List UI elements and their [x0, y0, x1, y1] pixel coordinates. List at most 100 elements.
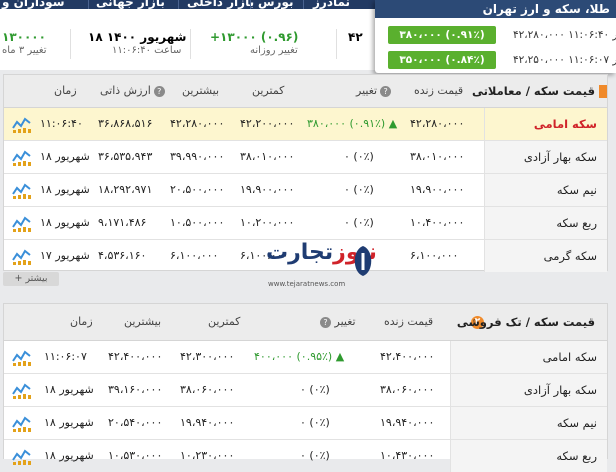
cell-intrinsic: ۴،۵۳۶،۱۶۰: [98, 249, 147, 262]
help-icon[interactable]: ?: [153, 85, 165, 97]
popup-change-badge: ۳۸۰،۰۰۰ (۰.۹۱٪): [388, 26, 496, 44]
popup-row[interactable]: ۴۲،۲۵۰،۰۰۰ در ۱۱:۰۶:۰۷ ۳۵۰،۰۰۰ (۰.۸۴٪): [375, 50, 616, 72]
header-label: زمان: [70, 315, 93, 328]
cell-max: ۴۲،۲۸۰،۰۰۰: [170, 117, 225, 130]
cell-min: ۳۸،۰۱۰،۰۰۰: [240, 150, 295, 163]
cell-change: ۳۸۰،۰۰۰ (۰.۹۱٪) ▲: [307, 117, 397, 130]
header-min: کمترین: [252, 84, 284, 97]
header-label: بیشترین: [124, 315, 162, 328]
chart-icon[interactable]: [11, 446, 33, 466]
cell-min: ۴۲،۲۰۰،۰۰۰: [240, 117, 295, 130]
cell-max: ۱۰،۵۳۰،۰۰۰: [108, 449, 163, 462]
cell-time: ۱۸ شهریور: [44, 416, 94, 429]
row-name[interactable]: ربع سکه: [556, 216, 597, 230]
nav-item-3[interactable]: بورس: [258, 0, 294, 8]
chart-icon[interactable]: [11, 114, 33, 134]
divider: [190, 29, 191, 59]
table-row[interactable]: ۱۱:۰۶:۴۰ ۳۶،۸۶۸،۵۱۶ ۴۲،۲۸۰،۰۰۰ ۴۲،۲۰۰،۰۰…: [4, 108, 607, 141]
chart-icon[interactable]: [11, 347, 33, 367]
logo-main: تجارت: [266, 240, 334, 265]
logo-mark-icon: [354, 246, 372, 276]
popup-time: در ۱۱:۰۶:۴۰: [568, 29, 616, 41]
header-label: قیمت زنده: [414, 84, 464, 97]
header-live-price: قیمت زنده: [414, 84, 463, 97]
nav-item-4[interactable]: نمادرز: [313, 0, 350, 8]
up-arrow-icon: ▲: [335, 350, 345, 363]
chart-icon[interactable]: [11, 213, 33, 233]
row-name[interactable]: سکه امامی: [534, 117, 597, 131]
popup-title: طلا، سکه و ارز تهران: [482, 2, 610, 16]
row-name[interactable]: سکه گرمی: [544, 249, 597, 263]
header-live-price: قیمت زنده: [384, 315, 433, 328]
coin-retail-panel: ۲ قیمت سکه / تک فروشی قیمت زنده ? تغییر …: [3, 303, 608, 472]
row-name[interactable]: نیم سکه: [557, 183, 597, 197]
cell-change: ۰ (۰٪): [300, 416, 330, 429]
popup-row[interactable]: ۴۲،۲۸۰،۰۰۰ در ۱۱:۰۶:۴۰ ۳۸۰،۰۰۰ (۰.۹۱٪): [375, 25, 616, 47]
cell-change: ۰ (۰٪): [344, 183, 374, 196]
popup-time: در ۱۱:۰۶:۰۷: [568, 54, 616, 66]
cell-time: ۱۸ شهریور: [44, 449, 94, 462]
cell-time: ۱۱:۰۶:۰۷: [44, 350, 87, 363]
strip-value-1: ۱۳۰۰۰۰: [2, 30, 46, 44]
divider: [336, 29, 337, 59]
table-row[interactable]: ۱۸ شهریور ۳۶،۵۳۵،۹۴۳ ۳۹،۹۹۰،۰۰۰ ۳۸،۰۱۰،۰…: [4, 141, 607, 174]
nav-item-0[interactable]: سوداران و: [2, 0, 65, 8]
cell-change: ۰ (۰٪): [300, 383, 330, 396]
row-name[interactable]: سکه بهار آزادی: [524, 150, 597, 164]
header-label: ارزش ذاتی: [100, 84, 151, 97]
nav-item-2[interactable]: بازار داخلی: [187, 0, 254, 8]
table-row[interactable]: ۱۱:۰۶:۰۷ ۴۲،۴۰۰،۰۰۰ ۴۲،۳۰۰،۰۰۰ ۴۰۰،۰۰۰ (…: [4, 341, 607, 374]
chart-icon[interactable]: [11, 413, 33, 433]
popup-header: طلا، سکه و ارز تهران: [375, 0, 616, 18]
row-name-cell: سکه امامی: [484, 108, 607, 140]
strip-value-3: +۱۳۰۰۰ (۰.۹۶): [210, 30, 299, 44]
cell-max: ۲۰،۵۴۰،۰۰۰: [108, 416, 163, 429]
header-label: زمان: [54, 84, 77, 97]
cell-min: ۳۸،۰۶۰،۰۰۰: [180, 383, 235, 396]
help-icon[interactable]: ?: [380, 85, 392, 97]
cell-time: ۱۸ شهریور: [44, 383, 94, 396]
cell-time: ۱۸ شهریور: [40, 216, 90, 229]
table-row[interactable]: ۱۸ شهریور ۱۸،۲۹۲،۹۷۱ ۲۰،۵۰۰،۰۰۰ ۱۹،۹۰۰،۰…: [4, 174, 607, 207]
cell-intrinsic: ۹،۱۷۱،۴۸۶: [98, 216, 147, 229]
row-name[interactable]: سکه امامی: [543, 350, 597, 364]
cell-live-price: ۳۸،۰۱۰،۰۰۰: [410, 150, 465, 163]
cell-max: ۱۰،۵۰۰،۰۰۰: [170, 216, 225, 229]
more-button[interactable]: + بیشتر: [3, 272, 59, 286]
strip-label-1: تغییر ۳ ماه: [2, 45, 47, 56]
cell-min: ۴۲،۳۰۰،۰۰۰: [180, 350, 235, 363]
cell-time: ۱۱:۰۶:۴۰: [40, 117, 83, 130]
row-name-cell: سکه بهار آزادی: [450, 374, 607, 406]
row-name-cell: سکه گرمی: [484, 240, 607, 272]
cell-live-price: ۴۲،۲۸۰،۰۰۰: [410, 117, 465, 130]
row-name[interactable]: نیم سکه: [557, 416, 597, 430]
nav-item-1[interactable]: بازار جهانی: [96, 0, 165, 8]
chart-icon[interactable]: [11, 246, 33, 266]
cell-change: ۰ (۰٪): [344, 150, 374, 163]
row-name-cell: ربع سکه: [484, 207, 607, 239]
cell-intrinsic: ۳۶،۵۳۵،۹۴۳: [98, 150, 153, 163]
popup-change-badge: ۳۵۰،۰۰۰ (۰.۸۴٪): [388, 51, 496, 69]
chart-icon[interactable]: [11, 380, 33, 400]
table-row[interactable]: ۱۸ شهریور ۲۰،۵۴۰،۰۰۰ ۱۹،۹۴۰،۰۰۰ ۰ (۰٪) ۱…: [4, 407, 607, 440]
gold-currency-popup: طلا، سکه و ارز تهران ۴۲،۲۸۰،۰۰۰ در ۱۱:۰۶…: [375, 0, 616, 73]
table-row[interactable]: ۱۸ شهریور ۳۹،۱۶۰،۰۰۰ ۳۸،۰۶۰،۰۰۰ ۰ (۰٪) ۳…: [4, 374, 607, 407]
header-label: بیشترین: [182, 84, 220, 97]
row-name-cell: نیم سکه: [450, 407, 607, 439]
chart-icon[interactable]: [11, 180, 33, 200]
help-icon[interactable]: ?: [320, 316, 331, 328]
cell-time: ۱۸ شهریور: [40, 183, 90, 196]
header-max: بیشترین: [182, 84, 219, 97]
row-name-cell: ربع سکه: [450, 440, 607, 472]
cell-live-price: ۱۹،۹۰۰،۰۰۰: [410, 183, 465, 196]
chart-icon[interactable]: [11, 147, 33, 167]
header-min: کمترین: [208, 315, 240, 328]
up-arrow-icon: ▲: [388, 117, 398, 130]
row-name[interactable]: ربع سکه: [556, 449, 597, 463]
strip-value-2: ۱۸ شهریور ۱۴۰۰: [88, 30, 187, 44]
row-name[interactable]: سکه بهار آزادی: [524, 383, 597, 397]
header-label: کمترین: [208, 315, 241, 328]
table-row[interactable]: ۱۸ شهریور ۱۰،۵۳۰،۰۰۰ ۱۰،۲۳۰،۰۰۰ ۰ (۰٪) ۱…: [4, 440, 607, 472]
panel-badge-edge: [599, 85, 607, 98]
nav-separator: [178, 0, 179, 9]
